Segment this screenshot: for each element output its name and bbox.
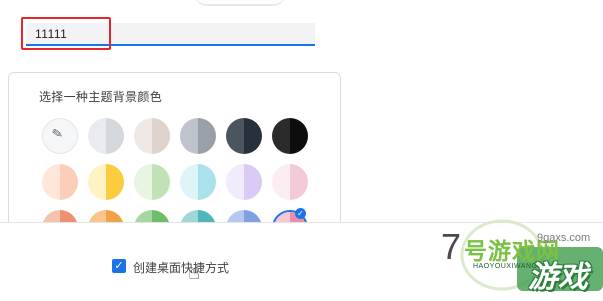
eyedropper-icon: ✎ [50,125,65,142]
swatch-pink[interactable] [272,164,308,200]
swatch-lavender[interactable] [226,164,262,200]
swatch-leaf[interactable] [134,210,170,222]
swatch-green[interactable] [134,164,170,200]
swatch-warm-gray[interactable] [134,118,170,154]
selected-check-icon: ✓ [295,208,306,219]
theme-section-title: 选择一种主题背景颜色 [39,90,163,104]
swatch-cyan[interactable] [180,164,216,200]
swatch-black[interactable] [272,118,308,154]
theme-card: 选择一种主题背景颜色 ✎ [8,72,341,222]
swatch-salmon[interactable] [42,210,78,222]
create-shortcut-checkbox[interactable]: ✓ [112,259,126,273]
hand-cursor-icon: ☝ [188,262,201,284]
swatch-custom-picker[interactable]: ✎ [42,118,78,154]
swatch-yellow[interactable] [88,164,124,200]
swatch-peach[interactable] [42,164,78,200]
highlight-box [21,17,111,50]
swatch-orange[interactable] [88,210,124,222]
watermark-site: 9gaxs.com [537,232,591,244]
swatch-slate[interactable] [226,118,262,154]
swatch-light-gray[interactable] [88,118,124,154]
watermark-game: 游戏 [528,261,588,294]
swatch-teal[interactable] [180,210,216,222]
create-shortcut-label[interactable]: 创建桌面快捷方式 [133,259,229,276]
watermark-number: 7 [441,226,462,267]
swatch-mid-gray[interactable] [180,118,216,154]
avatar-arc [195,0,285,6]
swatch-blue[interactable] [226,210,262,222]
